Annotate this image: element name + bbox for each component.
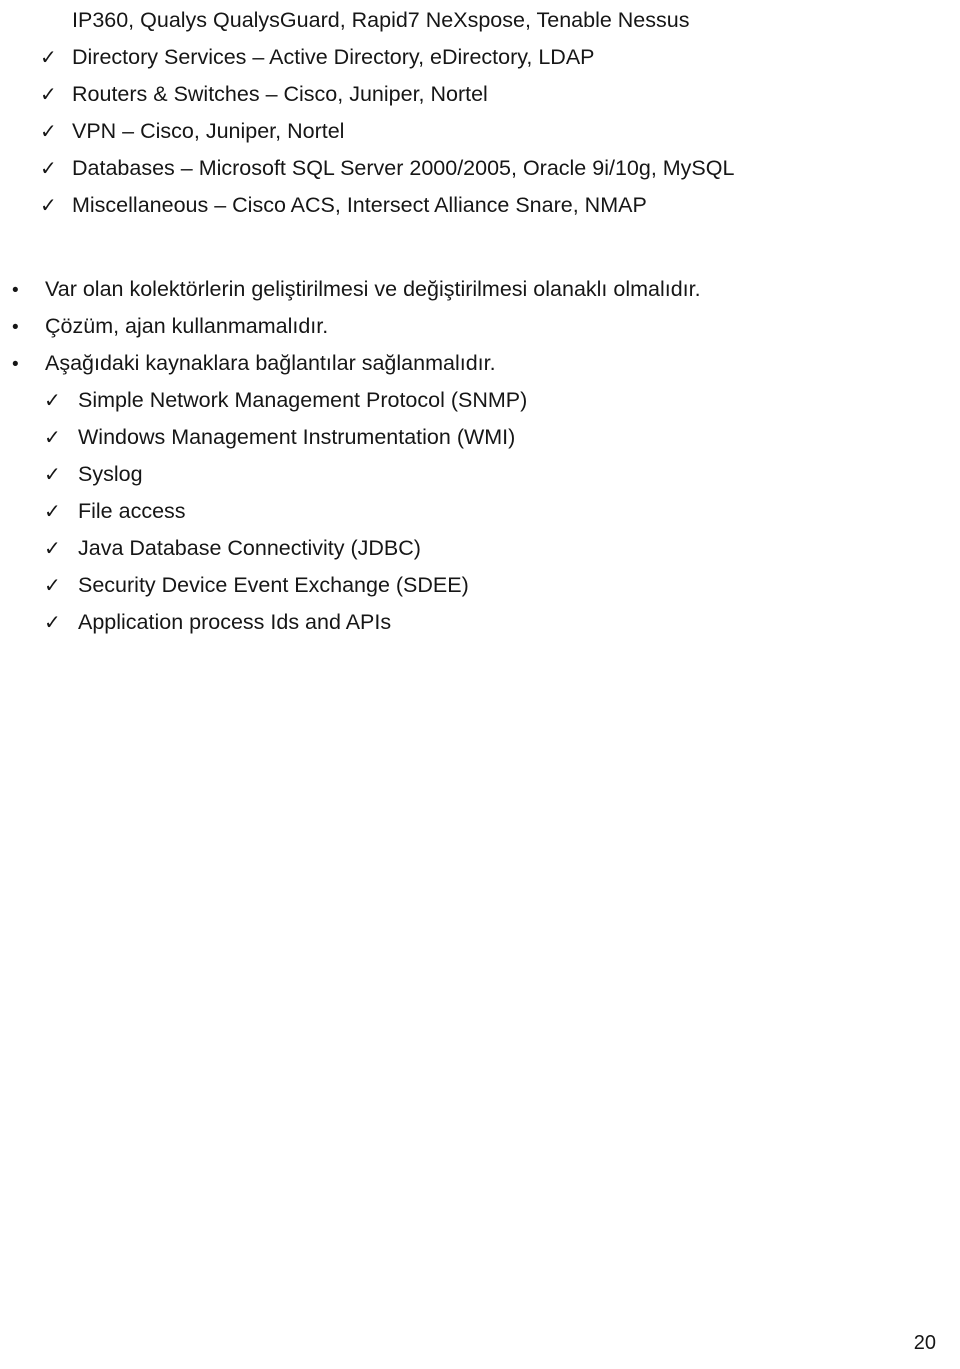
checkmark-icon: ✓ — [40, 121, 57, 143]
list-item: • Çözüm, ajan kullanmamalıdır. — [0, 308, 960, 345]
list-item: ✓ Application process Ids and APIs — [0, 604, 960, 641]
sources-checklist: ✓ Simple Network Management Protocol (SN… — [0, 382, 960, 641]
list-item: ✓ Security Device Event Exchange (SDEE) — [0, 567, 960, 604]
bullet-icon: • — [12, 354, 19, 375]
list-item: ✓ VPN – Cisco, Juniper, Nortel — [0, 113, 960, 150]
checkmark-icon: ✓ — [40, 158, 57, 180]
list-item: ✓ Java Database Connectivity (JDBC) — [0, 530, 960, 567]
list-item: ✓ File access — [0, 493, 960, 530]
checkmark-icon: ✓ — [44, 575, 61, 597]
list-item-label: Miscellaneous – Cisco ACS, Intersect All… — [72, 193, 647, 217]
list-item: • Var olan kolektörlerin geliştirilmesi … — [0, 271, 960, 308]
list-item: ✓ Simple Network Management Protocol (SN… — [0, 382, 960, 419]
list-item-label: Simple Network Management Protocol (SNMP… — [78, 388, 528, 412]
checkmark-icon: ✓ — [44, 427, 61, 449]
page-number: 20 — [913, 1332, 936, 1354]
checkmark-icon: ✓ — [40, 195, 57, 217]
list-item-label: Aşağıdaki kaynaklara bağlantılar sağlanm… — [45, 351, 496, 375]
checkmark-icon: ✓ — [44, 390, 61, 412]
page-content: IP360, Qualys QualysGuard, Rapid7 NeXspo… — [0, 0, 960, 641]
list-item: ✓ Windows Management Instrumentation (WM… — [0, 419, 960, 456]
list-item: ✓ Directory Services – Active Directory,… — [0, 39, 960, 76]
list-item: ✓ Syslog — [0, 456, 960, 493]
list-item-label: VPN – Cisco, Juniper, Nortel — [72, 119, 345, 143]
list-item: ✓ Miscellaneous – Cisco ACS, Intersect A… — [0, 187, 960, 224]
list-item-label: Directory Services – Active Directory, e… — [72, 45, 595, 69]
continuation-text-line: IP360, Qualys QualysGuard, Rapid7 NeXspo… — [72, 8, 690, 32]
list-item: ✓ Databases – Microsoft SQL Server 2000/… — [0, 150, 960, 187]
bullet-icon: • — [12, 280, 19, 301]
list-item-label: Application process Ids and APIs — [78, 610, 392, 634]
list-item-label: Çözüm, ajan kullanmamalıdır. — [45, 314, 329, 338]
list-item-label: Routers & Switches – Cisco, Juniper, Nor… — [72, 82, 488, 106]
requirements-bullet-list: • Var olan kolektörlerin geliştirilmesi … — [0, 271, 960, 382]
list-item-label: Databases – Microsoft SQL Server 2000/20… — [72, 156, 735, 180]
checkmark-icon: ✓ — [44, 464, 61, 486]
list-item-label: Syslog — [78, 462, 143, 486]
list-item-label: Security Device Event Exchange (SDEE) — [78, 573, 469, 597]
list-item: • Aşağıdaki kaynaklara bağlantılar sağla… — [0, 345, 960, 382]
checkmark-icon: ✓ — [44, 538, 61, 560]
list-item-label: Windows Management Instrumentation (WMI) — [78, 425, 516, 449]
list-item-label: File access — [78, 499, 186, 523]
list-item: ✓ Routers & Switches – Cisco, Juniper, N… — [0, 76, 960, 113]
list-item-label: Var olan kolektörlerin geliştirilmesi ve… — [45, 277, 701, 301]
document-page: IP360, Qualys QualysGuard, Rapid7 NeXspo… — [0, 0, 960, 1369]
bullet-icon: • — [12, 317, 19, 338]
top-checklist: ✓ Directory Services – Active Directory,… — [0, 39, 960, 224]
checkmark-icon: ✓ — [44, 612, 61, 634]
checkmark-icon: ✓ — [40, 84, 57, 106]
list-item-label: Java Database Connectivity (JDBC) — [78, 536, 421, 560]
checkmark-icon: ✓ — [44, 501, 61, 523]
checkmark-icon: ✓ — [40, 47, 57, 69]
